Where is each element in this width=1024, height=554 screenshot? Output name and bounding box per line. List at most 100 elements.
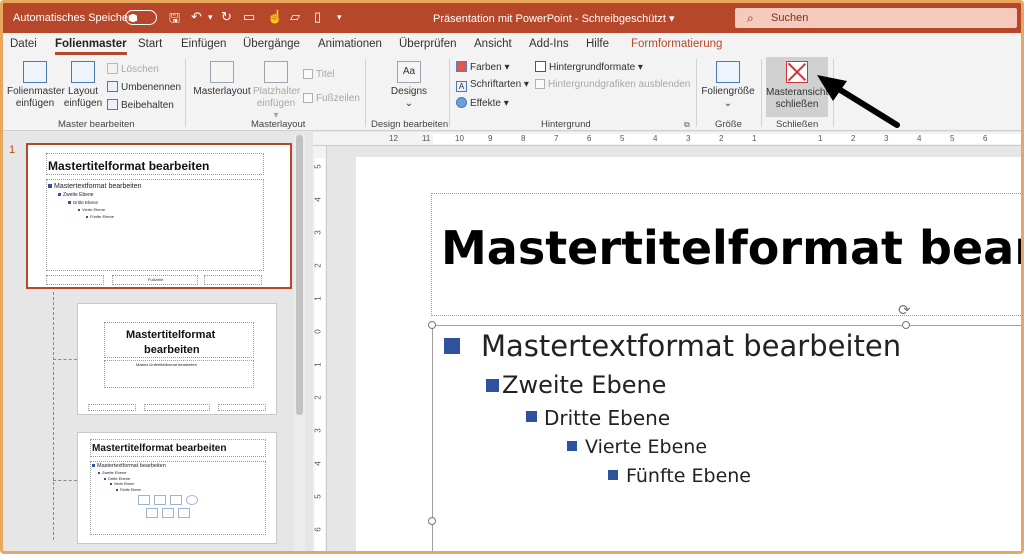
- button-label: Foliengröße: [701, 86, 755, 97]
- tab-animationen[interactable]: Animationen: [318, 38, 382, 50]
- tab-folienmaster[interactable]: Folienmaster: [55, 38, 127, 55]
- group-label-master-bearbeiten: Master bearbeiten: [58, 119, 135, 130]
- undo-icon[interactable]: ↶: [191, 9, 202, 25]
- ruler-label: 5: [313, 494, 323, 499]
- ruler-label: 6: [587, 134, 592, 143]
- master-title[interactable]: Mastertitelformat bearbeiten: [441, 221, 1021, 275]
- autosave-toggle[interactable]: [125, 10, 157, 25]
- master-thumbnail[interactable]: Mastertitelformat bearbeiten Mastertextf…: [26, 143, 292, 289]
- farben-button[interactable]: Farben ▾: [456, 61, 509, 73]
- tab-einfuegen[interactable]: Einfügen: [181, 38, 226, 50]
- date-placeholder: [46, 275, 104, 285]
- thumb-level-4: Vierte Ebene: [110, 482, 134, 486]
- ruler-label: 2: [851, 134, 856, 143]
- tab-ansicht[interactable]: Ansicht: [474, 38, 512, 50]
- ruler-label: 2: [313, 395, 323, 400]
- tab-datei[interactable]: Datei: [10, 38, 37, 50]
- redo-icon[interactable]: ↻: [221, 9, 232, 25]
- layout-thumbnail-title[interactable]: Mastertitelformat bearbeiten Master-Unte…: [77, 303, 277, 415]
- undo-dropdown-icon[interactable]: ▾: [208, 12, 213, 23]
- text-level-2[interactable]: Zweite Ebene: [502, 371, 666, 399]
- button-label: Schriftarten ▾: [470, 79, 529, 90]
- loeschen-button[interactable]: Löschen: [107, 63, 159, 75]
- thumb-level-3: Dritte Ebene: [104, 476, 130, 481]
- masterlayout-button[interactable]: Masterlayout: [193, 61, 251, 98]
- thumb-title: Mastertitelformat: [126, 329, 216, 341]
- autosave-label: Automatisches Speichern: [13, 12, 138, 24]
- text-level-3[interactable]: Dritte Ebene: [544, 406, 670, 430]
- document-title[interactable]: Präsentation mit PowerPoint - Schreibges…: [433, 12, 675, 25]
- thumb-title: Mastertitelformat bearbeiten: [48, 159, 210, 173]
- folienmaster-einfuegen-button[interactable]: Folienmaster einfügen: [7, 61, 65, 110]
- dialog-launcher-icon[interactable]: ⧉: [684, 120, 690, 130]
- titel-checkbox[interactable]: Titel: [303, 69, 335, 80]
- text-level-5[interactable]: Fünfte Ebene: [626, 465, 751, 487]
- colors-icon: [456, 61, 467, 72]
- save-icon[interactable]: 🖫: [169, 9, 180, 31]
- thumb-level-5: Fünfte Ebene: [86, 214, 114, 219]
- thumb-title: bearbeiten: [144, 344, 200, 356]
- ruler-label: 1: [313, 362, 323, 367]
- tab-start[interactable]: Start: [138, 38, 162, 50]
- umbenennen-button[interactable]: Umbenennen: [107, 81, 181, 93]
- background-format-icon: [535, 61, 546, 72]
- hintergrundformate-button[interactable]: Hintergrundformate ▾: [535, 61, 643, 73]
- tab-add-ins[interactable]: Add-Ins: [529, 38, 569, 50]
- hintergrundgrafiken-checkbox[interactable]: Hintergrundgrafiken ausblenden: [535, 79, 690, 90]
- separator: [761, 59, 762, 127]
- layout-thumbnail-content[interactable]: Mastertitelformat bearbeiten Mastertextf…: [77, 432, 277, 544]
- checkbox-icon: [535, 79, 545, 89]
- customize-qat-icon[interactable]: ▾: [337, 12, 342, 23]
- tab-hilfe[interactable]: Hilfe: [586, 38, 609, 50]
- rotate-handle-icon[interactable]: ⟳: [898, 301, 911, 319]
- checkbox-label: Hintergrundgrafiken ausblenden: [548, 79, 691, 90]
- ruler-label: 11: [422, 134, 431, 143]
- button-label: Platzhalter: [253, 86, 301, 97]
- schriftarten-button[interactable]: A Schriftarten ▾: [456, 79, 529, 92]
- button-label: einfügen ▾: [256, 98, 296, 121]
- search-icon: ⌕: [747, 11, 754, 25]
- open-icon[interactable]: ▱: [290, 9, 300, 25]
- fusszeilen-checkbox[interactable]: Fußzeilen: [303, 93, 360, 104]
- group-label-design-bearbeiten: Design bearbeiten: [371, 119, 449, 130]
- ruler-label: 2: [719, 134, 724, 143]
- checkbox-label: Fußzeilen: [316, 93, 360, 104]
- separator: [696, 59, 697, 127]
- vertical-ruler[interactable]: 5 4 3 2 1 0 1 2 3 4 5 6: [313, 146, 327, 551]
- foliengroesse-button[interactable]: Foliengröße ⌄: [700, 61, 756, 110]
- resize-handle[interactable]: [902, 321, 910, 329]
- search-box[interactable]: ⌕ Suchen: [735, 8, 1017, 28]
- new-file-icon[interactable]: ▯: [314, 9, 321, 25]
- tab-formformatierung[interactable]: Formformatierung: [631, 38, 722, 50]
- text-level-4[interactable]: Vierte Ebene: [585, 436, 707, 458]
- resize-handle[interactable]: [428, 321, 436, 329]
- slide-number: 1: [9, 144, 16, 156]
- beibehalten-button[interactable]: Beibehalten: [107, 99, 174, 111]
- tab-uebergaenge[interactable]: Übergänge: [243, 38, 300, 50]
- resize-handle[interactable]: [428, 517, 436, 525]
- master-slide[interactable]: Mastertitelformat bearbeiten ⟳ Mastertex…: [356, 157, 1021, 551]
- ruler-label: 3: [884, 134, 889, 143]
- ruler-label: 1: [818, 134, 823, 143]
- thumbnail-scrollbar[interactable]: [294, 135, 305, 551]
- button-label: Löschen: [121, 64, 159, 75]
- ruler-label: 10: [455, 134, 464, 143]
- designs-button[interactable]: Aa Designs ⌄: [388, 61, 430, 110]
- master-layout-icon: [210, 61, 234, 83]
- button-label: schließen: [775, 99, 819, 110]
- button-label: Umbenennen: [121, 82, 182, 93]
- ruler-label: 5: [313, 164, 323, 169]
- platzhalter-einfuegen-button[interactable]: Platzhalter einfügen ▾: [253, 61, 301, 122]
- thumb-level-5: Fünfte Ebene: [116, 488, 141, 492]
- touch-mode-icon[interactable]: ☝: [267, 9, 283, 25]
- group-label-masterlayout: Masterlayout: [251, 119, 306, 130]
- scrollbar-thumb[interactable]: [296, 135, 303, 415]
- tab-ueberpruefen[interactable]: Überprüfen: [399, 38, 457, 50]
- effekte-button[interactable]: Effekte ▾: [456, 97, 509, 109]
- thumb-title: Mastertitelformat bearbeiten: [92, 443, 227, 454]
- ruler-label: 4: [313, 461, 323, 466]
- text-level-1[interactable]: Mastertextformat bearbeiten: [481, 329, 901, 363]
- present-icon[interactable]: ▭: [243, 9, 255, 25]
- horizontal-ruler[interactable]: 12 11 10 9 8 7 6 5 4 3 2 1 1 2 3 4 5 6: [313, 132, 1021, 146]
- layout-einfuegen-button[interactable]: Layout einfügen: [63, 61, 103, 110]
